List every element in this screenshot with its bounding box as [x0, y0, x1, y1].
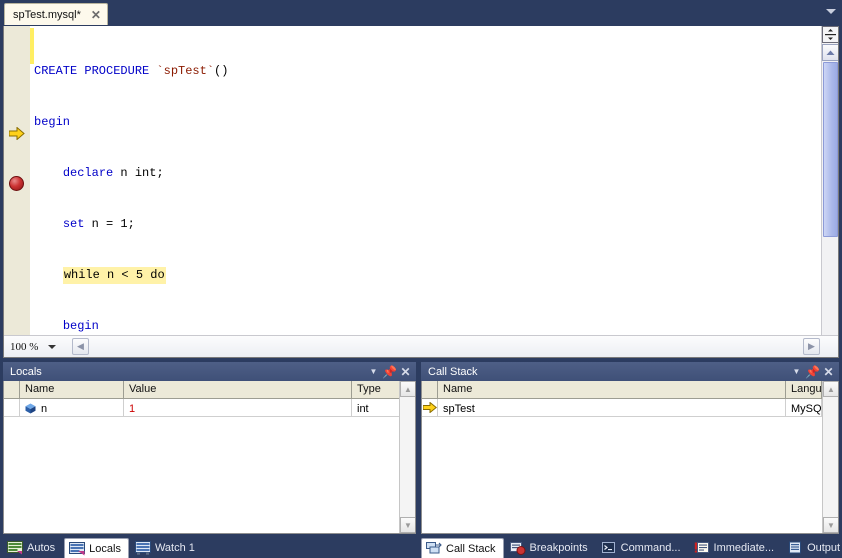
tab-locals-label: Locals	[89, 542, 121, 555]
pin-icon[interactable]: 📌	[805, 364, 820, 379]
tab-command-window-label: Command...	[620, 542, 681, 554]
tab-autos-label: Autos	[27, 542, 56, 554]
row-marker	[4, 399, 20, 416]
breakpoint-icon[interactable]	[9, 176, 24, 191]
callstack-panel: Call Stack ▼ 📌 ✕ Name Langu spTest MySQ	[421, 362, 839, 534]
callstack-header-spacer	[422, 381, 438, 398]
tab-watch-1[interactable]: Watch 1	[131, 538, 202, 558]
document-tab-label: spTest.mysql*	[13, 8, 81, 21]
locals-header-spacer	[4, 381, 20, 398]
locals-grid[interactable]: Name Value Type n 1 int ▲ ▼	[3, 381, 416, 534]
breakpoint-icon	[509, 541, 526, 555]
locals-column-name[interactable]: Name	[20, 381, 124, 398]
close-icon[interactable]: ✕	[398, 364, 413, 379]
callstack-column-language[interactable]: Langu	[786, 381, 822, 398]
code-line: declare n int;	[62, 166, 164, 180]
locals-panel: Locals ▼ 📌 ✕ Name Value Type n 1 int ▲ ▼	[3, 362, 416, 534]
code-line: begin	[34, 115, 71, 129]
chevron-down-icon[interactable]: ▼	[400, 517, 415, 533]
watch-icon	[134, 541, 151, 555]
tab-command-window[interactable]: Command...	[597, 538, 688, 558]
locals-column-value[interactable]: Value	[124, 381, 352, 398]
document-tab-sptest[interactable]: spTest.mysql* ✕	[4, 3, 108, 25]
table-row[interactable]: n 1 int	[4, 399, 415, 417]
callstack-cell-name[interactable]: spTest	[438, 399, 786, 416]
code-line: begin	[62, 319, 99, 333]
locals-cell-name[interactable]: n	[20, 399, 124, 416]
right-tool-window-tabs: Call Stack Breakpoints Command... Immedi…	[421, 534, 842, 558]
command-window-icon	[601, 541, 617, 555]
callstack-grid[interactable]: Name Langu spTest MySQ ▲ ▼	[421, 381, 839, 534]
tab-locals[interactable]: Locals	[64, 538, 129, 558]
locals-icon	[69, 541, 86, 556]
left-tool-window-tabs: Autos Locals Watch 1	[3, 534, 416, 558]
execution-arrow-icon	[422, 399, 438, 416]
close-icon[interactable]: ✕	[821, 364, 836, 379]
tab-autos[interactable]: Autos	[3, 538, 62, 558]
locals-panel-title: Locals	[10, 365, 42, 378]
locals-scrollbar[interactable]: ▲ ▼	[399, 381, 415, 533]
tab-immediate-window-label: Immediate...	[713, 542, 775, 554]
callstack-column-name[interactable]: Name	[438, 381, 786, 398]
split-view-icon[interactable]	[822, 26, 838, 43]
zoom-level-label: 100 %	[10, 340, 39, 353]
chevron-up-icon[interactable]	[822, 44, 838, 61]
zoom-control[interactable]: 100 %	[4, 337, 72, 357]
chevron-down-icon[interactable]	[826, 9, 836, 14]
callstack-scrollbar[interactable]: ▲ ▼	[822, 381, 838, 533]
code-line: CREATE PROCEDURE `spTest`()	[34, 64, 229, 78]
immediate-window-icon	[694, 541, 710, 555]
locals-cell-value[interactable]: 1	[124, 399, 352, 416]
chevron-left-icon[interactable]: ◀	[72, 338, 89, 355]
code-text[interactable]: CREATE PROCEDURE `spTest`() begin declar…	[34, 26, 229, 357]
tab-watch-1-label: Watch 1	[154, 542, 195, 554]
chevron-right-icon[interactable]: ▶	[803, 338, 820, 355]
tab-immediate-window[interactable]: Immediate...	[690, 538, 782, 558]
output-icon	[787, 541, 803, 555]
chevron-down-icon[interactable]: ▼	[366, 364, 381, 379]
variable-icon	[25, 403, 36, 414]
editor-status-bar: 100 % ◀ ▶	[4, 335, 838, 357]
pin-icon[interactable]: 📌	[382, 364, 397, 379]
callstack-panel-titlebar: Call Stack ▼ 📌 ✕	[421, 362, 839, 381]
tab-breakpoints[interactable]: Breakpoints	[506, 538, 595, 558]
tab-breakpoints-label: Breakpoints	[529, 542, 588, 554]
chevron-down-icon[interactable]	[48, 344, 57, 349]
callstack-grid-header: Name Langu	[422, 381, 838, 399]
callstack-cell-language: MySQ	[786, 399, 822, 416]
chevron-down-icon[interactable]: ▼	[789, 364, 804, 379]
code-editor[interactable]: CREATE PROCEDURE `spTest`() begin declar…	[3, 26, 839, 358]
tab-call-stack-label: Call Stack	[446, 542, 496, 555]
code-line-current: while n < 5 do	[62, 267, 166, 284]
tab-output[interactable]: Output	[783, 538, 842, 558]
code-line: set n = 1;	[62, 217, 135, 231]
locals-grid-header: Name Value Type	[4, 381, 415, 399]
chevron-up-icon[interactable]: ▲	[400, 381, 415, 397]
editor-horizontal-scroll-track[interactable]	[89, 338, 803, 355]
locals-value-name: n	[41, 402, 48, 415]
tab-call-stack[interactable]: Call Stack	[421, 538, 504, 558]
callstack-icon	[426, 541, 442, 556]
locals-panel-titlebar: Locals ▼ 📌 ✕	[3, 362, 416, 381]
execution-arrow-icon	[9, 127, 25, 140]
chevron-up-icon[interactable]: ▲	[823, 381, 838, 397]
visual-studio-window: spTest.mysql* ✕ CREATE PROCEDURE `spTest…	[0, 0, 842, 558]
autos-icon	[7, 541, 23, 555]
document-tab-strip: spTest.mysql* ✕	[0, 0, 842, 26]
table-row[interactable]: spTest MySQ	[422, 399, 838, 417]
editor-gutter[interactable]	[4, 26, 30, 357]
chevron-down-icon[interactable]: ▼	[823, 517, 838, 533]
editor-scroll-thumb[interactable]	[823, 62, 838, 237]
editor-vertical-scrollbar[interactable]	[821, 26, 838, 357]
tab-output-label: Output	[807, 542, 841, 554]
callstack-panel-title: Call Stack	[428, 365, 478, 378]
close-icon[interactable]: ✕	[89, 8, 103, 22]
